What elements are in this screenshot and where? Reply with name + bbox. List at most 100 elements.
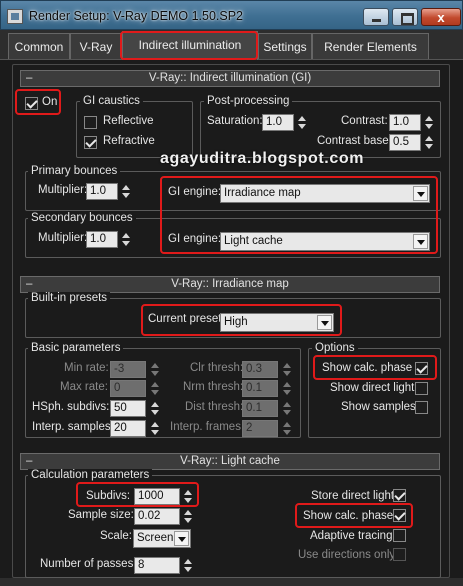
sample-size-input[interactable]: 0.02	[134, 508, 180, 525]
tab-common[interactable]: Common	[8, 33, 70, 59]
tab-render-elements[interactable]: Render Elements	[312, 33, 429, 59]
light-cache-rollout-title: V-Ray:: Light cache	[180, 455, 280, 467]
secondary-engine-value: Light cache	[224, 235, 283, 247]
show-samples-label: Show samples	[341, 401, 416, 413]
dist-thresh-input[interactable]: 0.1	[242, 400, 278, 417]
interp-frames-label: Interp. frames:	[170, 421, 245, 433]
scale-dropdown[interactable]: Screen	[133, 529, 191, 548]
dist-thresh-spinner[interactable]	[282, 400, 292, 417]
close-button[interactable]: x	[421, 8, 461, 26]
watermark-text: agayuditra.blogspot.com	[160, 150, 365, 167]
number-of-passes-spinner[interactable]	[183, 557, 193, 574]
number-of-passes-label: Number of passes:	[40, 558, 137, 570]
basic-parameters-title: Basic parameters	[28, 342, 124, 354]
collapse-icon[interactable]: –	[26, 277, 32, 292]
tab-vray[interactable]: V-Ray	[70, 33, 122, 59]
show-samples-checkbox[interactable]	[415, 401, 428, 414]
interp-samples-label: Interp. samples:	[32, 421, 114, 433]
refractive-label: Refractive	[103, 135, 155, 147]
hsph-subdivs-input[interactable]: 50	[110, 400, 146, 417]
tab-settings[interactable]: Settings	[258, 33, 312, 59]
gi-on-label: On	[42, 96, 58, 108]
contrast-base-input[interactable]: 0.5	[389, 134, 421, 151]
adaptive-tracing-checkbox[interactable]	[393, 529, 406, 542]
chevron-down-icon[interactable]	[174, 531, 189, 546]
refractive-checkbox[interactable]	[84, 136, 97, 149]
nrm-thresh-input[interactable]: 0.1	[242, 380, 278, 397]
current-preset-dropdown[interactable]: High	[220, 313, 334, 332]
chevron-down-icon[interactable]	[413, 186, 428, 201]
interp-frames-spinner[interactable]	[282, 420, 292, 437]
lc-subdivs-label: Subdivs:	[86, 490, 131, 502]
maximize-button[interactable]	[392, 8, 418, 26]
nrm-thresh-spinner[interactable]	[282, 380, 292, 397]
show-direct-light-label: Show direct light	[330, 382, 415, 394]
lc-show-calc-checkbox[interactable]	[393, 509, 406, 522]
secondary-engine-dropdown[interactable]: Light cache	[220, 232, 430, 251]
show-direct-light-checkbox[interactable]	[415, 382, 428, 395]
saturation-spinner[interactable]	[297, 114, 307, 131]
contrast-spinner[interactable]	[424, 114, 434, 131]
reflective-checkbox[interactable]	[84, 116, 97, 129]
clr-thresh-input[interactable]: 0.3	[242, 361, 278, 378]
hsph-subdivs-spinner[interactable]	[150, 400, 160, 417]
contrast-base-spinner[interactable]	[424, 134, 434, 151]
chevron-down-icon[interactable]	[317, 315, 332, 330]
store-direct-light-checkbox[interactable]	[393, 489, 406, 502]
app-icon	[7, 9, 23, 24]
contrast-label: Contrast:	[341, 115, 388, 127]
bottom-border	[0, 578, 463, 586]
contrast-base-label: Contrast base:	[317, 135, 392, 147]
light-cache-rollout-header[interactable]: – V-Ray:: Light cache	[20, 453, 440, 470]
minimize-button[interactable]	[363, 8, 389, 26]
collapse-icon[interactable]: –	[26, 71, 32, 86]
min-rate-input[interactable]: -3	[110, 361, 146, 378]
primary-engine-dropdown[interactable]: Irradiance map	[220, 184, 430, 203]
interp-samples-spinner[interactable]	[150, 420, 160, 437]
collapse-icon[interactable]: –	[26, 454, 32, 469]
tab-indirect-illumination[interactable]: Indirect illumination	[122, 31, 258, 60]
dist-thresh-label: Dist thresh:	[185, 401, 244, 413]
secondary-bounces-title: Secondary bounces	[28, 212, 136, 224]
secondary-multiplier-spinner[interactable]	[121, 231, 131, 248]
lc-subdivs-input[interactable]: 1000	[134, 488, 180, 505]
use-directions-only-checkbox[interactable]	[393, 548, 406, 561]
irradiance-rollout-header[interactable]: – V-Ray:: Irradiance map	[20, 276, 440, 293]
secondary-multiplier-input[interactable]: 1.0	[86, 231, 118, 248]
current-preset-label: Current preset:	[148, 313, 225, 325]
primary-engine-label: GI engine:	[168, 186, 222, 198]
scale-value: Screen	[137, 532, 174, 544]
max-rate-label: Max rate:	[60, 381, 108, 393]
sample-size-spinner[interactable]	[183, 508, 193, 525]
window-title: Render Setup: V-Ray DEMO 1.50.SP2	[29, 9, 243, 23]
nrm-thresh-label: Nrm thresh:	[183, 381, 244, 393]
interp-frames-input[interactable]: 2	[242, 420, 278, 437]
contrast-input[interactable]: 1.0	[389, 114, 421, 131]
max-rate-spinner[interactable]	[150, 380, 160, 397]
hsph-subdivs-label: HSph. subdivs:	[32, 401, 110, 413]
use-directions-only-label: Use directions only	[298, 549, 396, 561]
irr-show-calc-label: Show calc. phase	[322, 362, 413, 374]
saturation-label: Saturation:	[207, 115, 263, 127]
irr-show-calc-checkbox[interactable]	[415, 362, 428, 375]
gi-on-checkbox[interactable]	[25, 97, 38, 110]
lc-subdivs-spinner[interactable]	[183, 488, 193, 505]
number-of-passes-input[interactable]: 8	[134, 557, 180, 574]
lc-show-calc-label: Show calc. phase	[303, 510, 394, 522]
clr-thresh-label: Clr thresh:	[190, 362, 244, 374]
chevron-down-icon[interactable]	[413, 234, 428, 249]
sample-size-label: Sample size:	[68, 509, 134, 521]
primary-multiplier-label: Multiplier:	[38, 184, 88, 196]
primary-multiplier-input[interactable]: 1.0	[86, 183, 118, 200]
clr-thresh-spinner[interactable]	[282, 361, 292, 378]
secondary-multiplier-label: Multiplier:	[38, 232, 88, 244]
options-title: Options	[312, 342, 358, 354]
min-rate-spinner[interactable]	[150, 361, 160, 378]
primary-engine-value: Irradiance map	[224, 187, 301, 199]
saturation-input[interactable]: 1.0	[262, 114, 294, 131]
interp-samples-input[interactable]: 20	[110, 420, 146, 437]
secondary-engine-label: GI engine:	[168, 233, 222, 245]
gi-rollout-header[interactable]: – V-Ray:: Indirect illumination (GI)	[20, 70, 440, 87]
primary-multiplier-spinner[interactable]	[121, 183, 131, 200]
max-rate-input[interactable]: 0	[110, 380, 146, 397]
